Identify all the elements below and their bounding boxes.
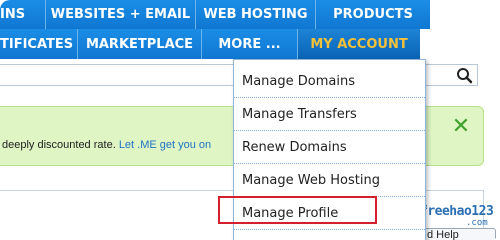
menu-item-manage-web-hosting[interactable]: Manage Web Hosting [234,164,425,197]
page-frame: INS WEBSITES + EMAIL WEB HOSTING PRODUCT… [0,0,500,240]
promo-notice-body: deeply discounted rate. [2,139,119,151]
promo-notice-text: deeply discounted rate. Let .ME get you … [2,139,211,151]
nav-websites-email-tab[interactable]: WEBSITES + EMAIL [46,0,196,29]
watermark-text: freehao123 [420,204,494,219]
promo-notice-link[interactable]: Let .ME get you on [119,139,211,151]
highlight-annotation [218,196,377,224]
top-nav-row-1: INS WEBSITES + EMAIL WEB HOSTING PRODUCT… [0,0,430,29]
search-icon[interactable] [455,67,475,85]
nav-domains-tab[interactable]: INS [0,0,46,29]
watermark-suffix: .com [466,218,488,228]
nav-more-tab[interactable]: MORE ... [202,29,298,59]
top-nav-row-2: TIFICATES MARKETPLACE MORE ... MY ACCOUN… [0,29,420,59]
menu-item-manage-domains[interactable]: Manage Domains [234,65,425,98]
nav-certificates-tab[interactable]: TIFICATES [0,29,78,59]
help-tab[interactable]: d Help [424,228,496,240]
menu-item-manage-transfers[interactable]: Manage Transfers [234,98,425,131]
nav-marketplace-tab[interactable]: MARKETPLACE [78,29,202,59]
close-icon[interactable]: ✕ [450,116,472,138]
nav-web-hosting-tab[interactable]: WEB HOSTING [196,0,316,29]
nav-my-account-tab[interactable]: MY ACCOUNT [298,29,420,59]
nav-products-tab[interactable]: PRODUCTS [316,0,430,29]
menu-item-renew-domains[interactable]: Renew Domains [234,131,425,164]
